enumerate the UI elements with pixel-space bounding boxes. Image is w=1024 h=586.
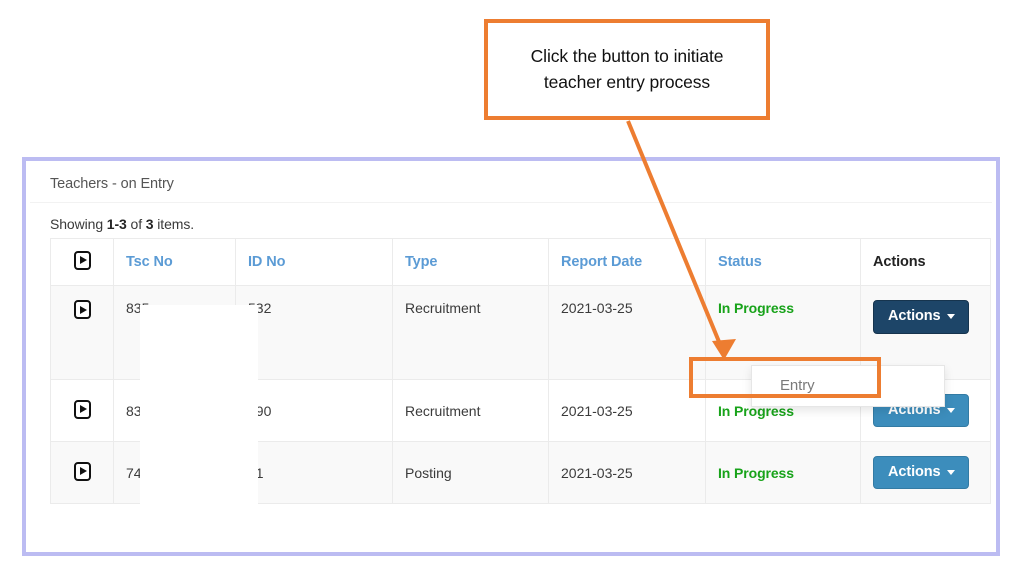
row-select-cell[interactable] — [50, 285, 114, 380]
chevron-down-icon — [947, 313, 956, 319]
table-header-select — [50, 238, 114, 286]
play-square-icon[interactable] — [73, 300, 91, 319]
summary-mid: of — [126, 216, 146, 232]
actions-button[interactable]: Actions — [873, 455, 970, 490]
row-type: Posting — [392, 441, 549, 504]
row-actions-cell: Actions — [860, 441, 991, 504]
chevron-down-icon — [947, 407, 956, 413]
annotation-line-2: teacher entry process — [543, 71, 711, 92]
table-header-type[interactable]: Type — [392, 238, 549, 286]
annotation-line-1: Click the button to initiate — [530, 46, 724, 67]
table-header-report-date[interactable]: Report Date — [548, 238, 706, 286]
table-header-actions: Actions — [860, 238, 991, 286]
results-summary: Showing 1-3 of 3 items. — [50, 213, 972, 238]
table-header: Tsc No ID No Type Report Date Status Act… — [50, 238, 991, 286]
status-badge: In Progress — [718, 300, 794, 316]
table-header-row: Tsc No ID No Type Report Date Status Act… — [50, 238, 991, 286]
play-square-icon[interactable] — [73, 399, 91, 419]
play-square-icon — [73, 250, 91, 270]
actions-button-label: Actions — [888, 463, 941, 480]
annotation-callout-box: Click the button to initiate teacher ent… — [484, 19, 770, 120]
summary-suffix: items. — [153, 216, 195, 232]
panel-header: Teachers - on Entry — [30, 165, 992, 203]
row-id-no: 790 — [235, 379, 393, 442]
row-select-cell[interactable] — [50, 379, 114, 442]
table-header-id-no[interactable]: ID No — [235, 238, 393, 286]
annotation-highlight-box — [689, 357, 881, 398]
summary-prefix: Showing — [50, 216, 107, 232]
row-id-no: 51 — [235, 441, 393, 504]
status-badge: In Progress — [718, 464, 794, 481]
table-header-tsc-no[interactable]: Tsc No — [113, 238, 236, 286]
row-type: Recruitment — [392, 379, 549, 442]
row-id-no: 532 — [235, 285, 393, 380]
annotation-callout-text: Click the button to initiate teacher ent… — [523, 44, 732, 95]
actions-button-label: Actions — [888, 308, 941, 324]
row-status: In Progress — [705, 441, 861, 504]
page-title: Teachers - on Entry — [50, 175, 174, 192]
chevron-down-icon — [947, 469, 956, 475]
row-report-date: 2021-03-25 — [548, 285, 706, 380]
row-report-date: 2021-03-25 — [548, 441, 706, 504]
row-select-cell[interactable] — [50, 441, 114, 504]
redacted-data-overlay — [140, 305, 258, 511]
actions-button[interactable]: Actions — [873, 300, 970, 334]
summary-range: 1-3 — [106, 216, 127, 232]
play-square-icon[interactable] — [73, 461, 91, 481]
table-header-status[interactable]: Status — [705, 238, 861, 286]
row-type: Recruitment — [392, 285, 549, 380]
row-report-date: 2021-03-25 — [548, 379, 706, 442]
